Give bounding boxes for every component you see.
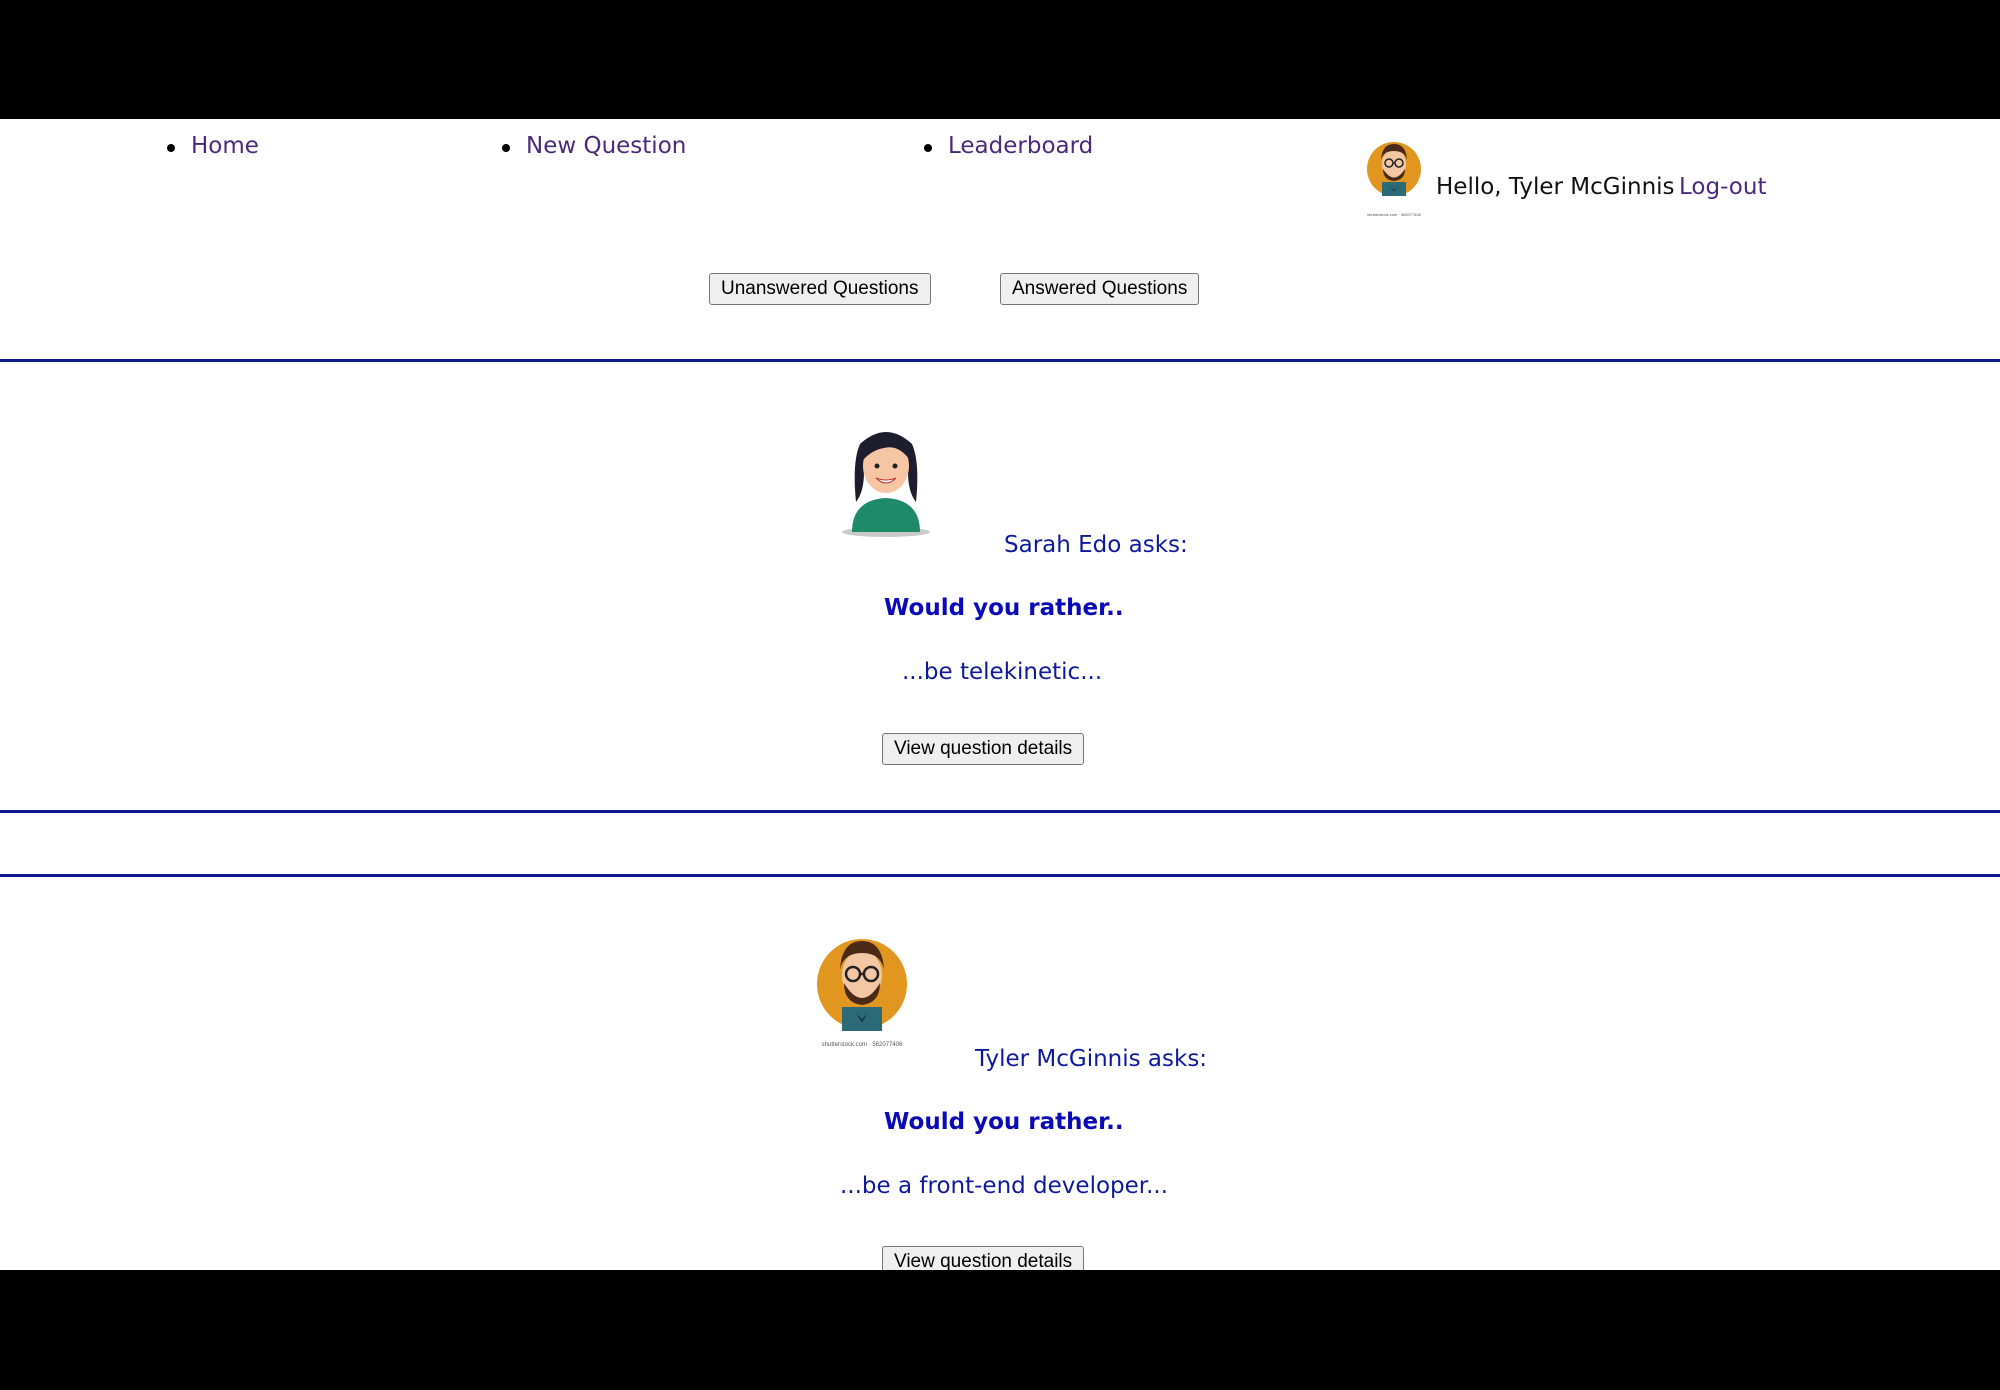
logout-link[interactable]: Log-out [1679,174,1766,200]
avatar-caption: shutterstock.com · 562077406 [1367,212,1422,217]
asker-label: Tyler McGinnis asks: [975,1046,1208,1072]
nav-link-new-question[interactable]: New Question [526,133,686,159]
option-preview: ...be a front-end developer... [840,1173,1169,1199]
nav-item-home[interactable]: Home [167,133,259,159]
question-prompt: Would you rather.. [884,595,1124,621]
nav-link-leaderboard[interactable]: Leaderboard [948,133,1093,159]
bullet-icon [924,144,932,152]
question-card: shutterstock.com · 562077406 Tyler McGin… [0,877,2000,1270]
page-viewport: Home New Question Leaderboard shuttersto… [0,119,2000,1270]
bottom-letterbox [0,1270,2000,1390]
asker-label: Sarah Edo asks: [1004,532,1188,558]
bullet-icon [167,144,175,152]
user-avatar: shutterstock.com · 562077406 [1365,136,1423,220]
option-preview: ...be telekinetic... [902,659,1103,685]
nav-item-new-question[interactable]: New Question [502,133,686,159]
top-letterbox [0,0,2000,119]
bullet-icon [502,144,510,152]
question-prompt: Would you rather.. [884,1109,1124,1135]
nav-item-leaderboard[interactable]: Leaderboard [924,133,1093,159]
asker-avatar [838,422,934,542]
woman-avatar-icon [842,432,930,537]
man-avatar-icon: shutterstock.com · 562077406 [817,939,907,1048]
nav-link-home[interactable]: Home [191,133,259,159]
view-question-details-button[interactable]: View question details [882,733,1085,765]
man-avatar-icon: shutterstock.com · 562077406 [1367,142,1422,217]
avatar-caption: shutterstock.com · 562077406 [822,1042,903,1048]
view-question-details-button[interactable]: View question details [882,1246,1085,1270]
answered-questions-button[interactable]: Answered Questions [1000,273,1200,305]
user-greeting: Hello, Tyler McGinnis [1436,174,1675,200]
divider [0,810,2000,813]
question-card: Sarah Edo asks: Would you rather.. ...be… [0,362,2000,929]
unanswered-questions-button[interactable]: Unanswered Questions [709,273,931,305]
asker-avatar: shutterstock.com · 562077406 [814,929,910,1049]
